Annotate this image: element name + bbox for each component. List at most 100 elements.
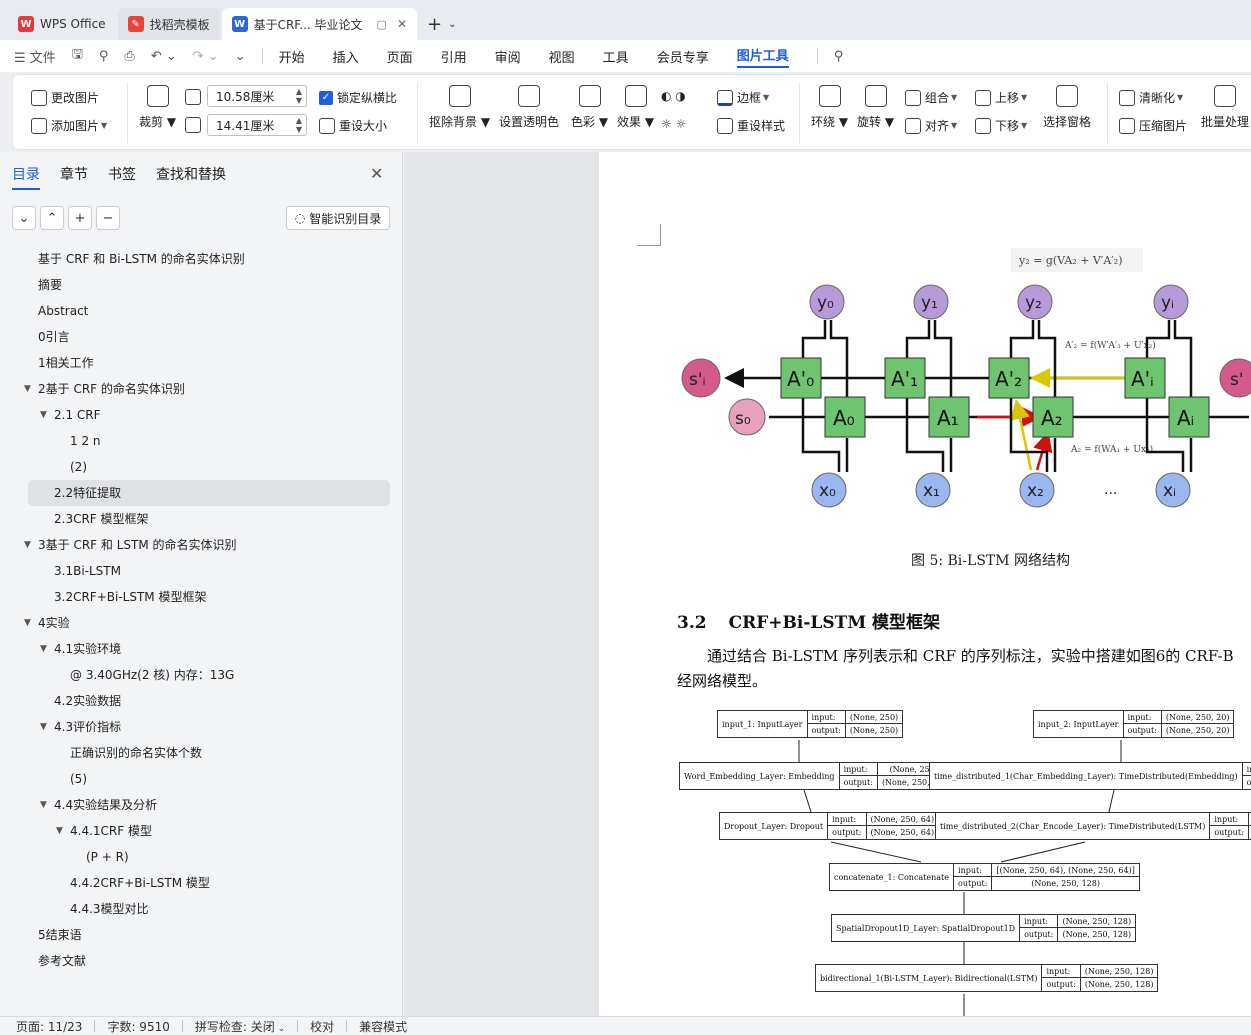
file-menu[interactable]: ☰ 文件: [14, 47, 56, 66]
move-down-button[interactable]: 下移 ▼: [975, 117, 1027, 134]
menu-home[interactable]: 开始: [279, 47, 305, 66]
menu-member[interactable]: 会员专享: [657, 47, 709, 66]
border-button[interactable]: 边框 ▼: [717, 89, 769, 106]
toc-item[interactable]: ▼ 3基于 CRF 和 LSTM 的命名实体识别: [0, 532, 403, 558]
toc-item[interactable]: 0引言: [0, 324, 403, 350]
menu-reference[interactable]: 引用: [441, 47, 467, 66]
remove-heading-button[interactable]: −: [96, 206, 120, 230]
toc-item[interactable]: (5): [0, 766, 403, 792]
menu-view[interactable]: 视图: [549, 47, 575, 66]
page-indicator[interactable]: 页面: 11/23: [16, 1018, 82, 1035]
toc-item[interactable]: Abstract: [0, 298, 403, 324]
proofread-button[interactable]: 校对: [310, 1018, 334, 1035]
toc-item[interactable]: 1 2 n: [0, 428, 403, 454]
model-layer-box[interactable]: concatenate_1: Concatenate input: output: […: [829, 863, 1140, 891]
add-image-button[interactable]: 添加图片 ▼: [31, 117, 107, 134]
batch-process-button[interactable]: 批量处理: [1201, 85, 1249, 130]
add-heading-button[interactable]: +: [68, 206, 92, 230]
toc-item[interactable]: 4.4.3模型对比: [0, 896, 403, 922]
tab-template[interactable]: ✎ 找稻壳模板: [117, 8, 220, 40]
expand-triangle-icon[interactable]: ▼: [40, 402, 47, 428]
toc-item[interactable]: 摘要: [0, 272, 403, 298]
model-layer-box[interactable]: SpatialDropout1D_Layer: SpatialDropout1D…: [831, 914, 1137, 942]
menu-tools[interactable]: 工具: [603, 47, 629, 66]
expand-triangle-icon[interactable]: ▼: [24, 376, 31, 402]
share-icon[interactable]: ⚲: [99, 49, 109, 64]
close-panel-icon[interactable]: ✕: [370, 164, 383, 183]
tab-bookmark[interactable]: 书签: [108, 164, 136, 190]
tab-document[interactable]: W 基于CRF... 毕业论文 ▢ ✕: [221, 8, 417, 40]
toc-item[interactable]: 参考文献: [0, 948, 403, 974]
search-icon[interactable]: ⚲: [834, 49, 844, 64]
toc-item[interactable]: ▼ 2.1 CRF: [0, 402, 403, 428]
resize-button[interactable]: 重设大小: [319, 117, 387, 134]
tab-chapter[interactable]: 章节: [60, 164, 88, 190]
compat-mode[interactable]: 兼容模式: [359, 1018, 407, 1035]
print-preview-icon[interactable]: ⎙: [124, 49, 134, 64]
redo-icon[interactable]: ↷ ⌄: [193, 49, 219, 64]
model-layer-box[interactable]: Dropout_Layer: Dropout input: output: (None…: [719, 812, 940, 840]
set-transparent-button[interactable]: 设置透明色: [499, 85, 559, 130]
crop-button[interactable]: 裁剪 ▼: [139, 85, 176, 130]
menu-page[interactable]: 页面: [387, 47, 413, 66]
menu-review[interactable]: 审阅: [495, 47, 521, 66]
toc-item[interactable]: ▼ 4.1实验环境: [0, 636, 403, 662]
expand-triangle-icon[interactable]: ▼: [24, 532, 31, 558]
reset-style-button[interactable]: 重设样式: [717, 117, 785, 134]
model-layer-box[interactable]: input_1: InputLayer input: output: (None, 2…: [717, 710, 904, 738]
new-tab-button[interactable]: + ⌄: [419, 8, 464, 40]
height-input[interactable]: 14.41厘米 ▲ ▼: [207, 114, 307, 136]
toc-item[interactable]: (2): [0, 454, 403, 480]
width-input[interactable]: 10.58厘米 ▲ ▼: [207, 85, 307, 107]
toc-item[interactable]: @ 3.40GHz(2 核) 内存：13G: [0, 662, 403, 688]
move-up-button[interactable]: 上移 ▼: [975, 89, 1027, 106]
toc-item[interactable]: 1相关工作: [0, 350, 403, 376]
toc-item[interactable]: 2.3CRF 模型框架: [0, 506, 403, 532]
toc-item[interactable]: 5结束语: [0, 922, 403, 948]
chevron-down-icon[interactable]: ⌄: [448, 19, 456, 30]
brightness-button[interactable]: ◐ ◑: [661, 89, 686, 103]
model-layer-box[interactable]: bidirectional_1(Bi-LSTM_Layer): Bidirect…: [815, 964, 1159, 992]
spinner-icon[interactable]: ▲ ▼: [296, 87, 302, 105]
expand-triangle-icon[interactable]: ▼: [24, 610, 31, 636]
model-layer-box[interactable]: input_2: InputLayer input: output: (None, 2…: [1033, 710, 1235, 738]
toc-item[interactable]: 基于 CRF 和 Bi-LSTM 的命名实体识别: [0, 246, 403, 272]
tab-toc[interactable]: 目录: [12, 164, 40, 190]
align-button[interactable]: 对齐 ▼: [905, 117, 957, 134]
color-button[interactable]: 色彩 ▼: [571, 85, 608, 130]
spell-check-status[interactable]: 拼写检查: 关闭 ⌄: [195, 1018, 285, 1035]
change-image-button[interactable]: 更改图片: [31, 89, 99, 106]
tab-find-replace[interactable]: 查找和替换: [156, 164, 226, 190]
group-button[interactable]: 组合 ▼: [905, 89, 957, 106]
toc-item[interactable]: ▼ 4.4实验结果及分析: [0, 792, 403, 818]
compress-image-button[interactable]: 压缩图片: [1119, 117, 1187, 134]
rotate-button[interactable]: 旋转 ▼: [857, 85, 894, 130]
toc-item[interactable]: ▼ 4.3评价指标: [0, 714, 403, 740]
sharpen-button[interactable]: 清晰化 ▼: [1119, 89, 1183, 106]
toc-item[interactable]: ▼ 4.4.1CRF 模型: [0, 818, 403, 844]
expand-triangle-icon[interactable]: ▼: [56, 818, 63, 844]
close-tab-icon[interactable]: ✕: [397, 17, 407, 31]
more-icon[interactable]: ⌄: [235, 49, 246, 64]
expand-triangle-icon[interactable]: ▼: [40, 636, 47, 662]
menu-picture-tools[interactable]: 图片工具: [736, 45, 789, 68]
effects-button[interactable]: 效果 ▼: [617, 85, 654, 130]
expand-triangle-icon[interactable]: ▼: [40, 714, 47, 740]
remove-background-button[interactable]: 抠除背景 ▼: [429, 85, 490, 130]
undo-icon[interactable]: ↶ ⌄: [151, 49, 177, 64]
save-icon[interactable]: 🖫: [72, 45, 83, 67]
spinner-icon[interactable]: ▲ ▼: [296, 116, 302, 134]
expand-down-button[interactable]: ⌄: [12, 206, 36, 230]
toc-item[interactable]: (P + R): [0, 844, 403, 870]
selection-pane-button[interactable]: 选择窗格: [1043, 85, 1091, 130]
collapse-up-button[interactable]: ⌃: [40, 206, 64, 230]
toc-item[interactable]: 2.2特征提取: [28, 480, 390, 506]
toc-item[interactable]: 3.2CRF+Bi-LSTM 模型框架: [0, 584, 403, 610]
lock-ratio-checkbox[interactable]: ✓ 锁定纵横比: [319, 89, 397, 106]
menu-insert[interactable]: 插入: [333, 47, 359, 66]
contrast-button[interactable]: ☼ ☼: [661, 117, 686, 131]
word-count[interactable]: 字数: 9510: [107, 1018, 169, 1035]
toc-item[interactable]: 3.1Bi-LSTM: [0, 558, 403, 584]
expand-triangle-icon[interactable]: ▼: [40, 792, 47, 818]
model-layer-box[interactable]: time_distributed_2(Char_Encode_Layer): T…: [935, 812, 1251, 840]
